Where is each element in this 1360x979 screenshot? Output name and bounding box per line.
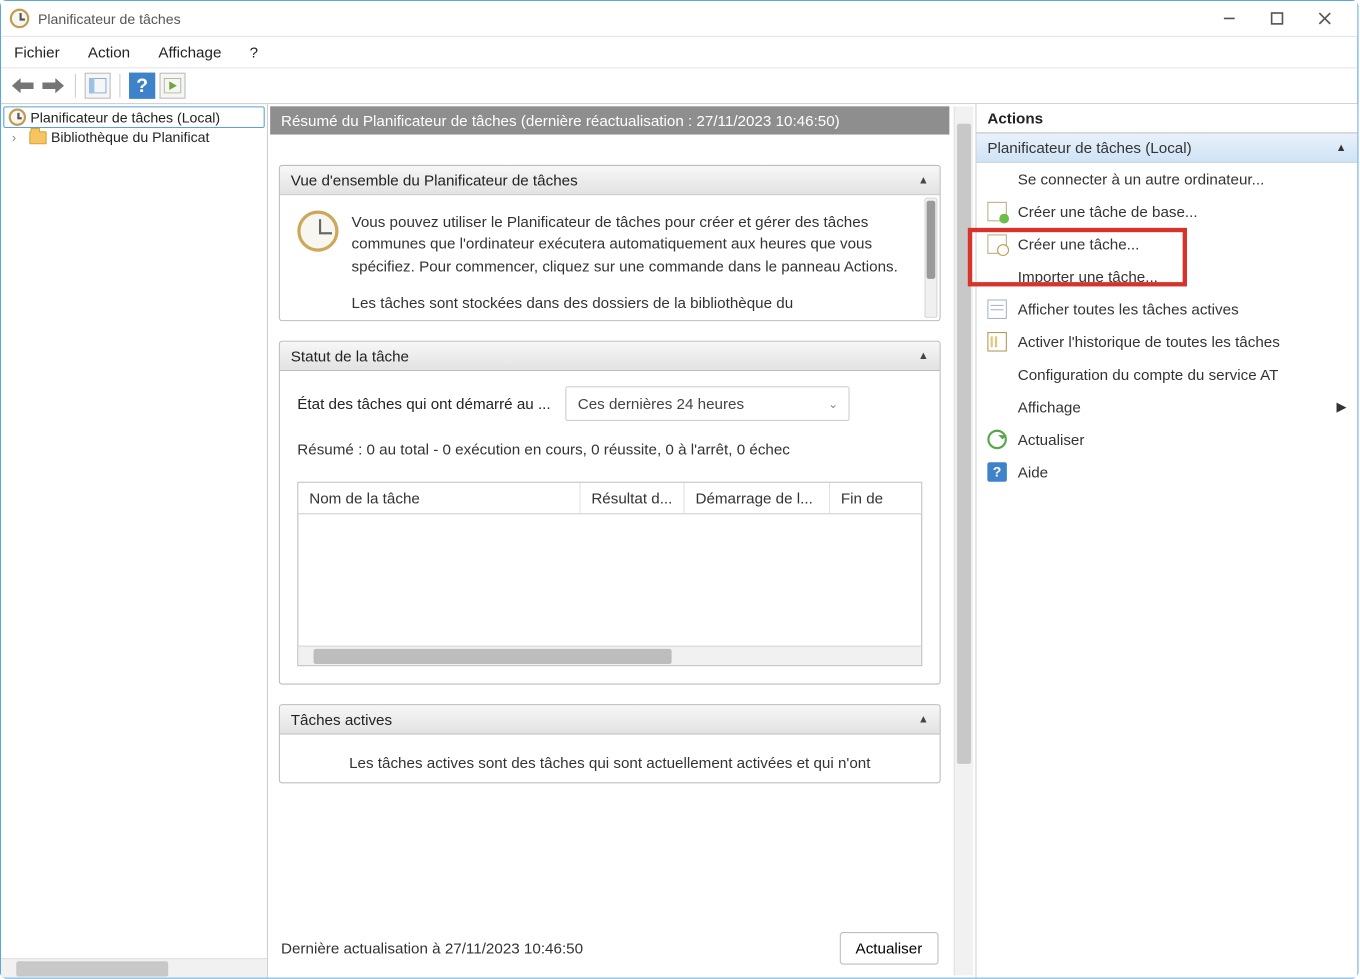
toolbar-help-button[interactable]: ? xyxy=(129,73,155,99)
toolbar-pane-button[interactable] xyxy=(85,73,111,99)
document-clock-icon xyxy=(987,234,1007,254)
action-label: Créer une tâche de base... xyxy=(1018,203,1198,220)
active-tasks-section: Tâches actives ▲ Les tâches actives sont… xyxy=(279,704,941,783)
actions-pane: Actions Planificateur de tâches (Local) … xyxy=(975,104,1357,977)
action-refresh[interactable]: Actualiser xyxy=(977,423,1358,456)
help-icon xyxy=(987,462,1007,482)
action-create-basic-task[interactable]: Créer une tâche de base... xyxy=(977,195,1358,228)
refresh-icon xyxy=(987,430,1007,450)
chevron-up-icon: ▲ xyxy=(1336,142,1347,154)
table-body-empty xyxy=(298,514,921,645)
footer-row: Dernière actualisation à 27/11/2023 10:4… xyxy=(270,923,949,975)
summary-banner: Résumé du Planificateur de tâches (derni… xyxy=(270,106,949,134)
active-title: Tâches actives xyxy=(291,711,392,728)
action-label: Importer une tâche... xyxy=(1018,268,1158,285)
status-title: Statut de la tâche xyxy=(291,347,409,364)
minimize-button[interactable] xyxy=(1205,2,1253,35)
action-label: Activer l'historique de toutes les tâche… xyxy=(1018,333,1280,350)
table-icon xyxy=(987,299,1007,319)
clock-icon xyxy=(10,9,30,29)
actions-subtitle: Planificateur de tâches (Local) xyxy=(987,139,1191,156)
clock-icon xyxy=(9,109,26,126)
col-result[interactable]: Résultat d... xyxy=(580,483,684,513)
menu-action[interactable]: Action xyxy=(84,41,135,63)
active-tasks-text: Les tâches actives sont des tâches qui s… xyxy=(280,735,940,783)
overview-section-header[interactable]: Vue d'ensemble du Planificateur de tâche… xyxy=(280,166,940,195)
overview-text-truncated: Les tâches sont stockées dans des dossie… xyxy=(352,292,923,314)
action-show-all-active[interactable]: Afficher toutes les tâches actives xyxy=(977,293,1358,326)
chevron-right-icon: ▶ xyxy=(1336,399,1346,414)
action-connect[interactable]: Se connecter à un autre ordinateur... xyxy=(977,163,1358,196)
menu-bar: Fichier Action Affichage ? xyxy=(1,36,1357,67)
summary-pane: Résumé du Planificateur de tâches (derni… xyxy=(268,104,975,977)
time-range-combo[interactable]: Ces dernières 24 heures ⌄ xyxy=(566,386,850,421)
col-end[interactable]: Fin de xyxy=(830,483,921,513)
tree-library[interactable]: › Bibliothèque du Planificat xyxy=(3,128,264,146)
maximize-button[interactable] xyxy=(1253,2,1301,35)
action-label: Affichage xyxy=(1018,398,1081,415)
toolbar-separator xyxy=(75,74,76,98)
tree-pane: Planificateur de tâches (Local) › Biblio… xyxy=(1,104,268,977)
menu-view[interactable]: Affichage xyxy=(154,41,226,63)
menu-help[interactable]: ? xyxy=(245,41,262,63)
overview-scrollbar[interactable] xyxy=(924,197,937,318)
tree-root-label: Planificateur de tâches (Local) xyxy=(30,109,220,125)
folder-icon xyxy=(29,131,46,144)
overview-text: Vous pouvez utiliser le Planificateur de… xyxy=(352,210,923,276)
chevron-up-icon: ▲ xyxy=(918,350,929,362)
close-button[interactable] xyxy=(1301,2,1349,35)
action-help[interactable]: Aide xyxy=(977,456,1358,489)
history-icon xyxy=(987,332,1007,352)
overview-title: Vue d'ensemble du Planificateur de tâche… xyxy=(291,171,578,188)
col-start[interactable]: Démarrage de l... xyxy=(685,483,830,513)
toolbar-run-button[interactable] xyxy=(159,73,185,99)
status-state-label: État des tâches qui ont démarré au ... xyxy=(297,395,550,412)
action-label: Configuration du compte du service AT xyxy=(1018,366,1279,383)
action-label: Se connecter à un autre ordinateur... xyxy=(1018,170,1265,187)
status-summary: Résumé : 0 au total - 0 exécution en cou… xyxy=(297,441,922,458)
action-create-task[interactable]: Créer une tâche... xyxy=(977,228,1358,261)
actions-subheader[interactable]: Planificateur de tâches (Local) ▲ xyxy=(977,133,1358,162)
toolbar-separator xyxy=(119,74,120,98)
document-wizard-icon xyxy=(987,202,1007,222)
action-at-config[interactable]: Configuration du compte du service AT xyxy=(977,358,1358,391)
action-label: Créer une tâche... xyxy=(1018,235,1140,252)
menu-file[interactable]: Fichier xyxy=(10,41,64,63)
active-section-header[interactable]: Tâches actives ▲ xyxy=(280,705,940,734)
action-view-submenu[interactable]: Affichage ▶ xyxy=(977,391,1358,424)
clock-icon xyxy=(297,210,338,251)
chevron-up-icon: ▲ xyxy=(918,174,929,186)
action-enable-history[interactable]: Activer l'historique de toutes les tâche… xyxy=(977,326,1358,359)
combo-value: Ces dernières 24 heures xyxy=(578,395,744,412)
window-title: Planificateur de tâches xyxy=(38,10,181,26)
refresh-button[interactable]: Actualiser xyxy=(839,932,938,965)
chevron-down-icon: ⌄ xyxy=(828,397,838,411)
back-button[interactable] xyxy=(10,73,36,99)
status-table: Nom de la tâche Résultat d... Démarrage … xyxy=(297,482,922,666)
tree-horizontal-scrollbar[interactable] xyxy=(1,958,267,978)
action-import-task[interactable]: Importer une tâche... xyxy=(977,260,1358,293)
toolbar: ? xyxy=(1,67,1357,103)
status-section-header[interactable]: Statut de la tâche ▲ xyxy=(280,342,940,371)
action-label: Afficher toutes les tâches actives xyxy=(1018,301,1239,318)
chevron-up-icon: ▲ xyxy=(918,714,929,726)
center-vertical-scrollbar[interactable] xyxy=(954,106,974,975)
col-name[interactable]: Nom de la tâche xyxy=(298,483,580,513)
action-label: Actualiser xyxy=(1018,431,1085,448)
last-refresh-label: Dernière actualisation à 27/11/2023 10:4… xyxy=(281,940,583,957)
tree-library-label: Bibliothèque du Planificat xyxy=(51,129,209,145)
status-section: Statut de la tâche ▲ État des tâches qui… xyxy=(279,341,941,685)
title-bar: Planificateur de tâches xyxy=(1,1,1357,36)
chevron-right-icon: › xyxy=(12,130,23,145)
actions-header: Actions xyxy=(977,104,1358,133)
overview-section: Vue d'ensemble du Planificateur de tâche… xyxy=(279,165,941,321)
table-horizontal-scrollbar[interactable] xyxy=(298,646,921,666)
tree-root[interactable]: Planificateur de tâches (Local) xyxy=(3,106,264,128)
action-label: Aide xyxy=(1018,463,1048,480)
forward-button[interactable] xyxy=(40,73,66,99)
